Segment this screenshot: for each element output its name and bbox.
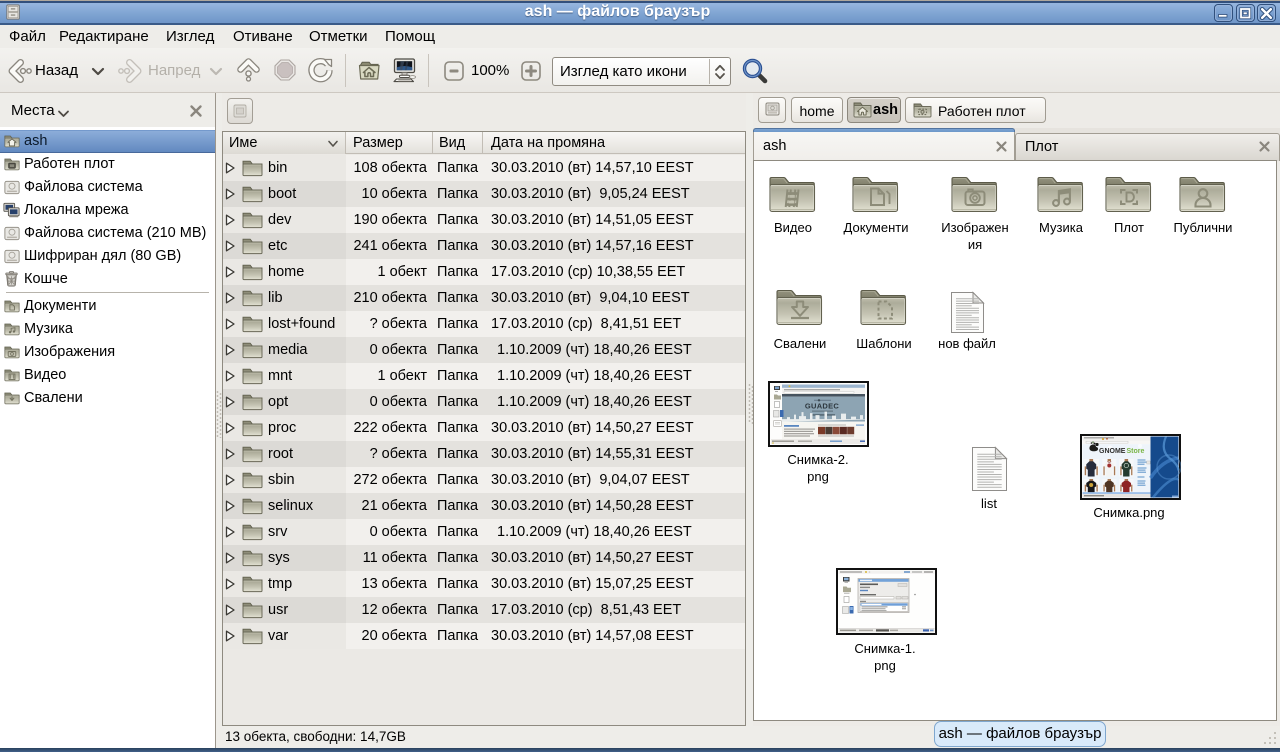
svg-text:GNOME: GNOME xyxy=(1099,448,1126,455)
svg-text:GUADEC: GUADEC xyxy=(805,402,840,411)
svg-text:Store: Store xyxy=(1127,448,1145,455)
